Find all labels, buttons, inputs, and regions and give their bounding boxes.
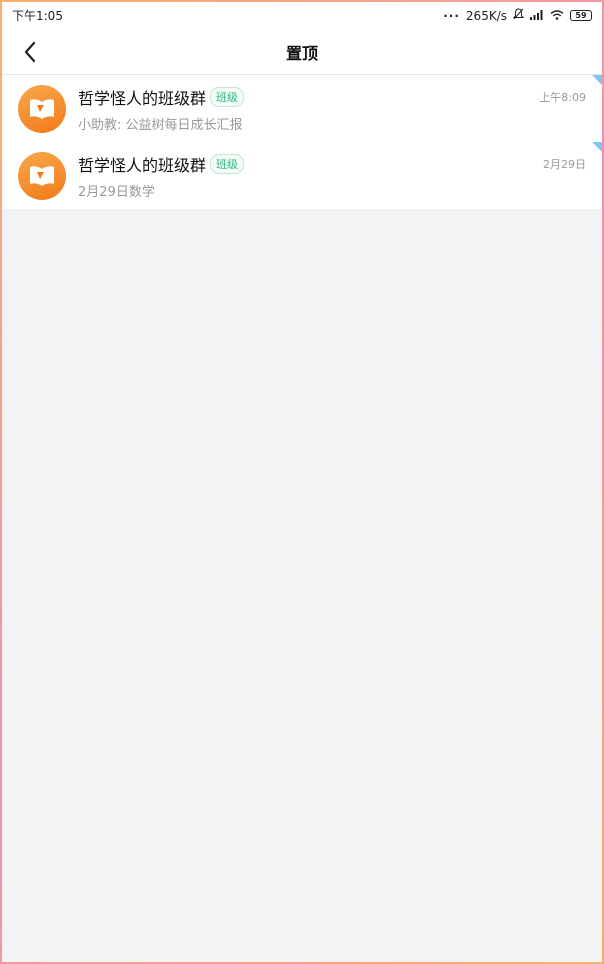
avatar xyxy=(18,151,66,200)
chat-name: 哲学怪人的班级群 xyxy=(78,155,207,175)
class-badge: 班级 xyxy=(210,153,245,174)
chat-row[interactable]: 哲学怪人的班级群 班级 上午8:09 小助教: 公益树每日成长汇报 xyxy=(2,75,602,142)
wifi-icon xyxy=(550,9,564,23)
status-time: 下午1:05 xyxy=(12,9,63,23)
chevron-left-icon xyxy=(24,41,36,63)
net-speed: 265K/s xyxy=(465,8,507,23)
signal-icon xyxy=(530,9,544,23)
chat-time: 2月29日 xyxy=(543,157,586,171)
chat-name: 哲学怪人的班级群 xyxy=(78,88,207,108)
mute-bell-icon xyxy=(512,8,525,23)
status-bar: 下午1:05 ··· 265K/s 59 xyxy=(2,2,602,29)
battery-icon: 59 xyxy=(570,10,592,21)
chat-row[interactable]: 哲学怪人的班级群 班级 2月29日 2月29日数学 xyxy=(2,142,602,209)
chat-content: 哲学怪人的班级群 班级 上午8:09 小助教: 公益树每日成长汇报 xyxy=(78,85,586,133)
pinned-chat-list: 哲学怪人的班级群 班级 上午8:09 小助教: 公益树每日成长汇报 哲学怪人的班… xyxy=(2,75,602,209)
book-icon xyxy=(30,165,54,186)
chat-preview: 小助教: 公益树每日成长汇报 xyxy=(78,117,243,133)
avatar xyxy=(18,84,66,133)
page-title: 置顶 xyxy=(285,43,318,63)
chat-preview: 2月29日数学 xyxy=(78,184,155,200)
app-screen: 下午1:05 ··· 265K/s 59 置顶 哲学怪人的班级群 班级 上午8:… xyxy=(2,2,602,962)
chat-content: 哲学怪人的班级群 班级 2月29日 2月29日数学 xyxy=(78,152,586,200)
more-dots-icon: ··· xyxy=(443,8,460,23)
class-badge: 班级 xyxy=(210,86,245,107)
status-indicators: ··· 265K/s 59 xyxy=(443,8,592,23)
back-button[interactable] xyxy=(16,38,44,66)
chat-time: 上午8:09 xyxy=(539,90,586,104)
book-icon xyxy=(30,98,54,119)
pin-marker-icon xyxy=(592,75,602,85)
pin-marker-icon xyxy=(592,142,602,152)
nav-bar: 置顶 xyxy=(2,29,602,75)
